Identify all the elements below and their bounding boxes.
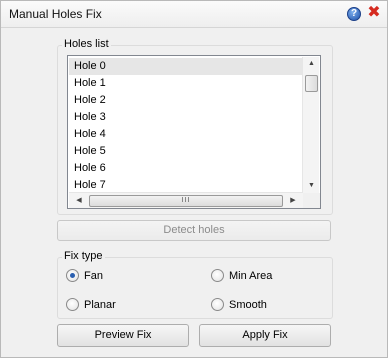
radio-smooth[interactable]: Smooth (211, 298, 267, 311)
holes-list-items: Hole 0 Hole 1 Hole 2 Hole 3 Hole 4 Hole … (69, 58, 304, 194)
detect-holes-button[interactable]: Detect holes (57, 220, 331, 241)
holes-list-label: Holes list (62, 38, 111, 50)
radio-min-area[interactable]: Min Area (211, 269, 272, 282)
horizontal-scrollbar[interactable]: ◀ III ▶ (69, 192, 303, 208)
help-icon[interactable]: ? (347, 7, 361, 21)
radio-fan-label: Fan (84, 269, 103, 282)
scroll-up-icon[interactable]: ▲ (303, 57, 320, 71)
list-item[interactable]: Hole 6 (69, 160, 304, 177)
vertical-scrollbar[interactable]: ▲ ▼ (302, 57, 319, 193)
title-bar: Manual Holes Fix ? ✖ (1, 1, 387, 28)
window-title: Manual Holes Fix (9, 7, 102, 21)
dialog-window: Manual Holes Fix ? ✖ Holes list Hole 0 H… (0, 0, 388, 358)
list-item[interactable]: Hole 1 (69, 75, 304, 92)
radio-fan[interactable]: Fan (66, 269, 103, 282)
apply-fix-button[interactable]: Apply Fix (199, 324, 331, 347)
radio-smooth-label: Smooth (229, 298, 267, 311)
apply-fix-label: Apply Fix (242, 329, 288, 341)
list-item[interactable]: Hole 2 (69, 92, 304, 109)
radio-smooth-indicator[interactable] (211, 298, 224, 311)
detect-holes-label: Detect holes (163, 224, 225, 236)
list-item[interactable]: Hole 0 (69, 58, 304, 75)
radio-planar-label: Planar (84, 298, 116, 311)
radio-min-area-label: Min Area (229, 269, 273, 282)
radio-planar[interactable]: Planar (66, 298, 116, 311)
horizontal-scroll-thumb[interactable]: III (89, 195, 283, 207)
vertical-scroll-thumb[interactable] (305, 75, 318, 92)
radio-min-area-indicator[interactable] (211, 269, 224, 282)
list-item[interactable]: Hole 4 (69, 126, 304, 143)
preview-fix-button[interactable]: Preview Fix (57, 324, 189, 347)
scroll-left-icon[interactable]: ◀ (72, 193, 86, 208)
scroll-right-icon[interactable]: ▶ (286, 193, 300, 208)
list-item[interactable]: Hole 3 (69, 109, 304, 126)
fix-type-label: Fix type (62, 250, 105, 262)
scroll-down-icon[interactable]: ▼ (303, 179, 320, 193)
radio-planar-indicator[interactable] (66, 298, 79, 311)
radio-fan-indicator[interactable] (66, 269, 79, 282)
list-item[interactable]: Hole 5 (69, 143, 304, 160)
scrollbar-corner (303, 193, 320, 208)
holes-listbox[interactable]: Hole 0 Hole 1 Hole 2 Hole 3 Hole 4 Hole … (67, 55, 321, 209)
close-icon[interactable]: ✖ (367, 5, 381, 21)
preview-fix-label: Preview Fix (94, 329, 152, 341)
